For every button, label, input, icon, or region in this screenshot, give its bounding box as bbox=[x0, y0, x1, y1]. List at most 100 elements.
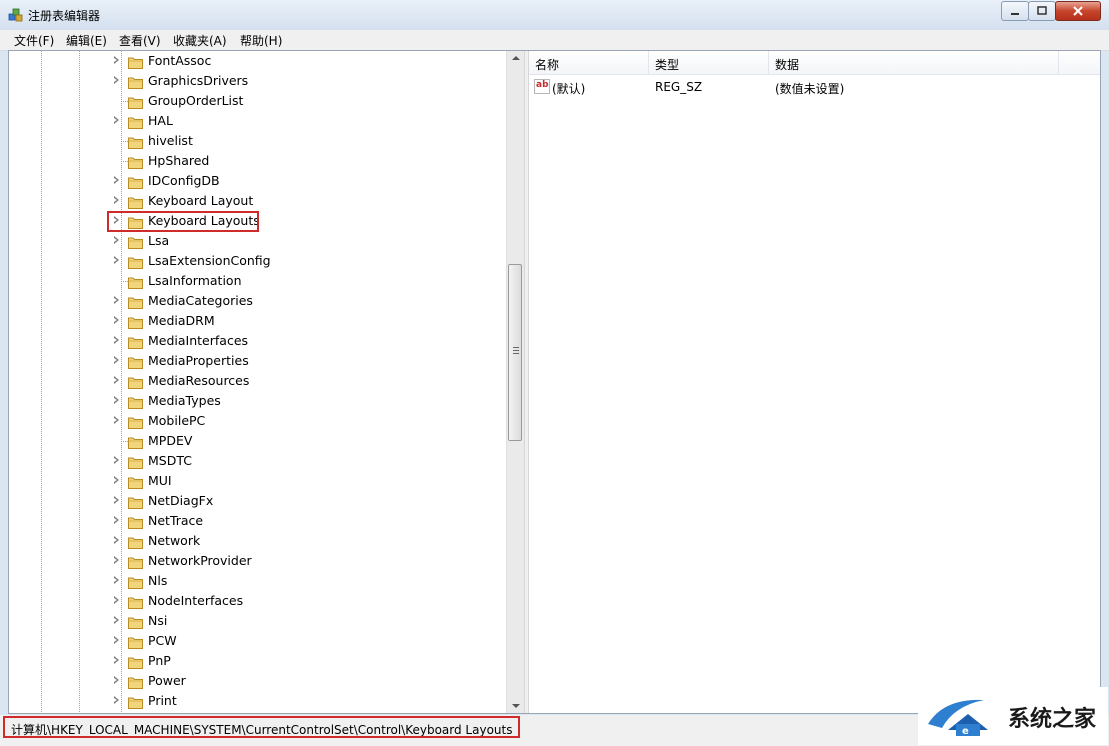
folder-icon bbox=[128, 194, 143, 209]
tree-node[interactable]: LsaExtensionConfig bbox=[9, 251, 506, 271]
column-header-data[interactable]: 数据 bbox=[769, 51, 1059, 74]
minimize-icon bbox=[1011, 13, 1019, 15]
tree-node[interactable]: NodeInterfaces bbox=[9, 591, 506, 611]
tree-node[interactable]: GroupOrderList bbox=[9, 91, 506, 111]
expand-arrow-icon[interactable] bbox=[114, 76, 119, 84]
tree-node[interactable]: Nsi bbox=[9, 611, 506, 631]
tree-node[interactable]: Keyboard Layout bbox=[9, 191, 506, 211]
maximize-button[interactable] bbox=[1028, 1, 1056, 21]
expand-arrow-icon[interactable] bbox=[114, 516, 119, 524]
expand-arrow-icon[interactable] bbox=[114, 376, 119, 384]
expand-arrow-icon[interactable] bbox=[114, 496, 119, 504]
expand-arrow-icon[interactable] bbox=[114, 356, 119, 364]
key-tree-pane: FontAssoc GraphicsDrivers GroupOrderList HA… bbox=[9, 51, 524, 713]
tree-node-label: HAL bbox=[148, 113, 173, 128]
tree-node[interactable]: FontAssoc bbox=[9, 51, 506, 71]
tree-node[interactable]: PnP bbox=[9, 651, 506, 671]
maximize-icon bbox=[1037, 6, 1047, 15]
expand-arrow-icon[interactable] bbox=[114, 196, 119, 204]
menu-help[interactable]: 帮助(H) bbox=[240, 32, 282, 49]
tree-node[interactable]: PCW bbox=[9, 631, 506, 651]
selected-key-highlight bbox=[107, 211, 259, 232]
tree-node[interactable]: HpShared bbox=[9, 151, 506, 171]
tree-node[interactable]: MediaInterfaces bbox=[9, 331, 506, 351]
tree-node-label: MediaResources bbox=[148, 373, 250, 388]
tree-node[interactable]: MobilePC bbox=[9, 411, 506, 431]
grip-line bbox=[513, 350, 519, 351]
column-header-name[interactable]: 名称 bbox=[529, 51, 649, 74]
tree-node-label: FontAssoc bbox=[148, 53, 212, 68]
folder-icon bbox=[128, 294, 143, 309]
expand-arrow-icon[interactable] bbox=[114, 176, 119, 184]
tree-node[interactable]: MediaProperties bbox=[9, 351, 506, 371]
value-row[interactable]: ab (默认) REG_SZ (数值未设置) bbox=[529, 76, 1100, 98]
expand-arrow-icon[interactable] bbox=[114, 316, 119, 324]
tree-node[interactable]: NetworkProvider bbox=[9, 551, 506, 571]
scroll-down-icon[interactable] bbox=[512, 704, 520, 708]
tree-node[interactable]: HAL bbox=[9, 111, 506, 131]
watermark: e 系统之家 bbox=[918, 687, 1108, 745]
expand-arrow-icon[interactable] bbox=[114, 696, 119, 704]
expand-arrow-icon[interactable] bbox=[114, 576, 119, 584]
expand-arrow-icon[interactable] bbox=[114, 636, 119, 644]
tree-node[interactable]: LsaInformation bbox=[9, 271, 506, 291]
tree-node[interactable]: Nls bbox=[9, 571, 506, 591]
tree-node[interactable]: MediaCategories bbox=[9, 291, 506, 311]
column-header-type[interactable]: 类型 bbox=[649, 51, 769, 74]
tree-node[interactable]: MUI bbox=[9, 471, 506, 491]
expand-arrow-icon[interactable] bbox=[114, 236, 119, 244]
expand-arrow-icon[interactable] bbox=[114, 596, 119, 604]
tree-node[interactable]: NetTrace bbox=[9, 511, 506, 531]
tree-node[interactable]: Network bbox=[9, 531, 506, 551]
expand-arrow-icon[interactable] bbox=[114, 296, 119, 304]
tree-vertical-scrollbar[interactable] bbox=[506, 51, 524, 713]
folder-icon bbox=[128, 74, 143, 89]
expand-arrow-icon[interactable] bbox=[114, 56, 119, 64]
tree-node[interactable]: NetDiagFx bbox=[9, 491, 506, 511]
watermark-text: 系统之家 bbox=[1008, 707, 1097, 732]
grip-line bbox=[513, 353, 519, 354]
tree-node-label: NetworkProvider bbox=[148, 553, 252, 568]
expand-arrow-icon[interactable] bbox=[114, 396, 119, 404]
expand-arrow-icon[interactable] bbox=[114, 336, 119, 344]
value-name: (默认) bbox=[552, 82, 586, 96]
tree-node[interactable]: MediaTypes bbox=[9, 391, 506, 411]
tree-node-label: LsaInformation bbox=[148, 273, 242, 288]
menu-file[interactable]: 文件(F) bbox=[14, 32, 54, 49]
expand-arrow-icon[interactable] bbox=[114, 256, 119, 264]
tree-node[interactable]: MediaDRM bbox=[9, 311, 506, 331]
expand-arrow-icon[interactable] bbox=[114, 536, 119, 544]
scroll-thumb[interactable] bbox=[508, 264, 522, 441]
menu-view[interactable]: 查看(V) bbox=[119, 32, 161, 49]
expand-arrow-icon[interactable] bbox=[114, 656, 119, 664]
tree-node[interactable]: MSDTC bbox=[9, 451, 506, 471]
tree-node[interactable]: GraphicsDrivers bbox=[9, 71, 506, 91]
folder-icon bbox=[128, 654, 143, 669]
folder-icon bbox=[128, 114, 143, 129]
tree-node[interactable]: IDConfigDB bbox=[9, 171, 506, 191]
expand-arrow-icon[interactable] bbox=[114, 416, 119, 424]
window-controls bbox=[1001, 1, 1101, 21]
expand-arrow-icon[interactable] bbox=[114, 676, 119, 684]
expand-arrow-icon[interactable] bbox=[114, 116, 119, 124]
expand-arrow-icon[interactable] bbox=[114, 476, 119, 484]
expand-arrow-icon[interactable] bbox=[114, 556, 119, 564]
tree-node[interactable]: Lsa bbox=[9, 231, 506, 251]
scroll-up-icon[interactable] bbox=[512, 56, 520, 60]
tree-node[interactable]: Print bbox=[9, 691, 506, 711]
folder-icon bbox=[128, 494, 143, 509]
expand-arrow-icon[interactable] bbox=[114, 616, 119, 624]
tree-node[interactable]: hivelist bbox=[9, 131, 506, 151]
house-logo-icon: e bbox=[928, 699, 988, 737]
expand-arrow-icon[interactable] bbox=[114, 456, 119, 464]
menu-edit[interactable]: 编辑(E) bbox=[66, 32, 107, 49]
close-button[interactable] bbox=[1055, 1, 1101, 21]
tree-node[interactable]: MPDEV bbox=[9, 431, 506, 451]
tree-node-label: GraphicsDrivers bbox=[148, 73, 249, 88]
menu-favorites[interactable]: 收藏夹(A) bbox=[173, 32, 227, 49]
tree-node[interactable]: Power bbox=[9, 671, 506, 691]
minimize-button[interactable] bbox=[1001, 1, 1029, 21]
tree-node[interactable]: MediaResources bbox=[9, 371, 506, 391]
tree-node-label: NetTrace bbox=[148, 513, 204, 528]
close-icon bbox=[1073, 6, 1083, 16]
